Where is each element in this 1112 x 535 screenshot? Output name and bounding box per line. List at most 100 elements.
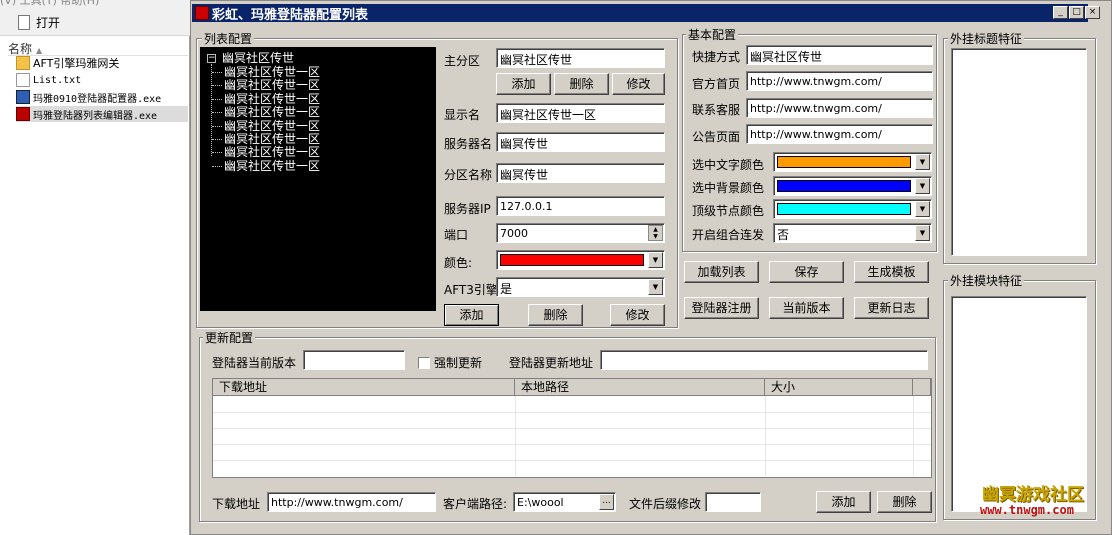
file-name: AFT引擎玛雅网关 (33, 57, 120, 70)
server-add-button[interactable]: 添加 (444, 304, 499, 326)
aft3-value: 是 (500, 282, 513, 296)
server-name-input[interactable]: 幽冥传世 (496, 132, 665, 152)
changelog-button[interactable]: 更新日志 (854, 297, 929, 319)
support-label: 联系客服 (692, 103, 741, 117)
plugin-module-label: 外挂模块特征 (948, 272, 1025, 289)
top-node-color-label: 顶级节点颜色 (692, 204, 765, 218)
tree-child-node[interactable]: 幽冥社区传世一区 (212, 159, 320, 173)
shortcut-input[interactable]: 幽冥社区传世 (746, 45, 933, 65)
open-button[interactable]: 打开 (18, 14, 60, 31)
zone-delete-button[interactable]: 删除 (554, 73, 609, 95)
notice-input[interactable]: http://www.tnwgm.com/ (746, 124, 933, 144)
plugin-title-label: 外挂标题特征 (948, 30, 1025, 47)
register-button[interactable]: 登陆器注册 (684, 297, 759, 319)
current-version-input[interactable] (303, 350, 405, 370)
chevron-down-icon[interactable]: ▼ (915, 201, 930, 217)
minimize-button[interactable]: _ (1053, 6, 1068, 19)
save-button[interactable]: 保存 (769, 261, 844, 283)
chevron-down-icon[interactable]: ▼ (915, 225, 930, 241)
top-node-color-dropdown[interactable]: ▼ (773, 199, 932, 219)
update-add-button[interactable]: 添加 (816, 491, 871, 513)
display-name-input[interactable]: 幽冥社区传世一区 (496, 103, 665, 123)
current-version-button[interactable]: 当前版本 (769, 297, 844, 319)
suffix-label: 文件后缀修改 (629, 497, 702, 511)
current-version-label: 登陆器当前版本 (212, 356, 297, 370)
update-url-input[interactable] (600, 350, 928, 370)
shortcut-label: 快捷方式 (692, 50, 741, 64)
column-header-name[interactable]: 名称 ▲ (8, 40, 188, 56)
chevron-down-icon[interactable]: ▼ (648, 279, 663, 295)
column-local-path[interactable]: 本地路径 (515, 379, 765, 396)
watermark-url: www.tnwgm.com (980, 503, 1074, 517)
grid-line (515, 396, 516, 476)
notice-label: 公告页面 (692, 130, 741, 144)
server-modify-button[interactable]: 修改 (610, 304, 665, 326)
exe-icon (16, 90, 30, 104)
suffix-input[interactable] (705, 492, 761, 512)
tree-connector (211, 64, 212, 156)
load-list-button[interactable]: 加载列表 (684, 261, 759, 283)
close-button[interactable]: × (1085, 6, 1100, 19)
port-label: 端口 (444, 228, 469, 242)
tree-child-node[interactable]: 幽冥社区传世一区 (212, 146, 320, 159)
display-name-label: 显示名 (444, 108, 481, 122)
spinner-arrows-icon[interactable]: ▲ ▼ (648, 225, 663, 241)
column-download-url[interactable]: 下载地址 (213, 379, 515, 396)
color-swatch (777, 156, 911, 168)
file-item[interactable]: 玛雅登陆器列表编辑器.exe (16, 106, 188, 122)
file-name: List.txt (33, 74, 82, 86)
main-zone-input[interactable]: 幽冥社区传世 (496, 48, 665, 68)
color-dropdown[interactable]: ▼ (496, 250, 665, 270)
update-url-label: 登陆器更新地址 (509, 356, 594, 370)
zone-add-button[interactable]: 添加 (496, 73, 551, 95)
aft3-dropdown[interactable]: 是 ▼ (496, 277, 665, 297)
server-ip-input[interactable]: 127.0.0.1 (496, 196, 665, 216)
file-item[interactable]: 玛雅0910登陆器配置器.exe (16, 89, 161, 105)
maximize-button[interactable]: □ (1069, 6, 1084, 19)
plugin-title-textarea[interactable] (951, 48, 1087, 256)
chevron-down-icon[interactable]: ▼ (915, 154, 930, 170)
tree-child-node[interactable]: 幽冥社区传世一区 (212, 79, 320, 92)
homepage-label: 官方首页 (692, 77, 741, 91)
server-delete-button[interactable]: 删除 (528, 304, 583, 326)
window-title: 彩虹、玛雅登陆器配置列表 (212, 7, 369, 23)
zone-name-label: 分区名称 (444, 168, 493, 182)
server-tree[interactable]: − 幽冥社区传世 幽冥社区传世一区 幽冥社区传世一区 幽冥社区传世一区 幽冥社区传世一… (200, 47, 436, 311)
download-url-input[interactable]: http://www.tnwgm.com/ (267, 492, 436, 512)
file-name: 玛雅0910登陆器配置器.exe (33, 93, 162, 105)
combo-dropdown[interactable]: 否 ▼ (773, 223, 932, 243)
grid-line (213, 460, 931, 461)
file-item[interactable]: List.txt (16, 72, 81, 88)
sel-bg-color-dropdown[interactable]: ▼ (773, 176, 932, 196)
title-bar[interactable]: 彩虹、玛雅登陆器配置列表 (192, 4, 1088, 23)
basic-config-label: 基本配置 (686, 26, 739, 43)
main-zone-label: 主分区 (444, 54, 481, 68)
tree-child-node[interactable]: 幽冥社区传世一区 (212, 92, 320, 106)
tree-root-node[interactable]: 幽冥社区传世 (222, 52, 294, 65)
text-file-icon (16, 73, 30, 87)
grid-line (213, 444, 931, 445)
force-update-checkbox[interactable]: 强制更新 (418, 354, 482, 371)
tree-child-node[interactable]: 幽冥社区传世一区 (212, 106, 320, 119)
client-path-input[interactable]: E:\woool... (513, 492, 616, 512)
port-spinner[interactable]: 7000 ▲ ▼ (496, 223, 665, 243)
server-ip-label: 服务器IP (444, 202, 491, 216)
update-delete-button[interactable]: 删除 (877, 491, 932, 513)
browse-button[interactable]: ... (599, 494, 614, 510)
generate-template-button[interactable]: 生成模板 (854, 261, 929, 283)
file-item[interactable]: AFT引擎玛雅网关 (16, 55, 119, 71)
tree-child-node[interactable]: 幽冥社区传世一区 (212, 119, 320, 133)
checkbox-icon[interactable] (418, 356, 430, 369)
explorer-menu-fragment[interactable]: (V) 工具(T) 帮助(H) (0, 0, 99, 8)
download-table[interactable]: 下载地址 本地路径 大小 (212, 378, 932, 478)
homepage-input[interactable]: http://www.tnwgm.com/ (746, 71, 933, 91)
column-size[interactable]: 大小 (765, 379, 913, 396)
sel-text-color-dropdown[interactable]: ▼ (773, 152, 932, 172)
sel-text-color-label: 选中文字颜色 (692, 158, 765, 172)
support-input[interactable]: http://www.tnwgm.com/ (746, 98, 933, 118)
chevron-down-icon[interactable]: ▼ (648, 252, 663, 268)
zone-name-input[interactable]: 幽冥传世 (496, 163, 665, 183)
chevron-down-icon[interactable]: ▼ (915, 178, 930, 194)
zone-modify-button[interactable]: 修改 (612, 73, 665, 95)
collapse-icon[interactable]: − (207, 54, 216, 63)
